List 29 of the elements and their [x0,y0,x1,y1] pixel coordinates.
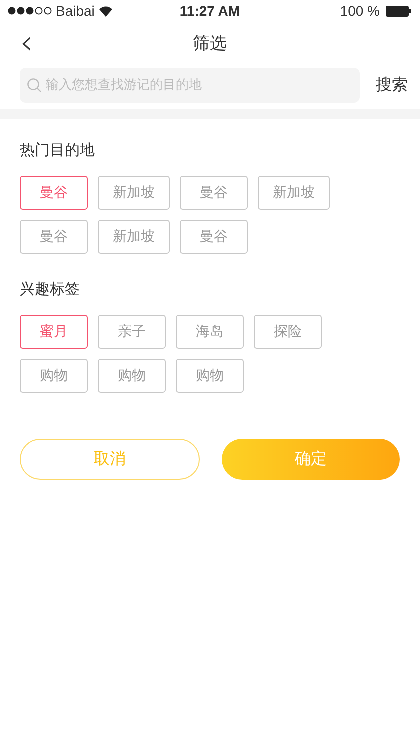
tag-chip[interactable]: 蜜月 [20,315,88,349]
tag-chip[interactable]: 海岛 [176,315,244,349]
tag-chip[interactable]: 探险 [254,315,322,349]
tag-chip[interactable]: 购物 [20,359,88,393]
tag-chip[interactable]: 新加坡 [98,220,170,254]
tag-chip[interactable]: 新加坡 [258,176,330,210]
search-icon [27,78,42,93]
section-title: 热门目的地 [20,141,96,160]
back-button[interactable]: ‹ [16,26,38,60]
battery-icon [386,6,412,16]
tag-chip[interactable]: 购物 [176,359,244,393]
section-title: 兴趣标签 [20,280,81,299]
tag-chip[interactable]: 购物 [98,359,166,393]
search-button[interactable]: 搜索 [376,75,408,96]
search-field[interactable]: 输入您想查找游记的目的地 [20,68,360,103]
signal-icon [8,7,52,15]
battery-percent: 100 % [340,3,380,19]
page-title: 筛选 [193,32,227,54]
tag-chip[interactable]: 曼谷 [20,220,88,254]
wifi-icon [98,6,113,16]
cancel-button[interactable]: 取消 [20,439,200,480]
tag-chip[interactable]: 曼谷 [180,176,248,210]
tag-chip[interactable]: 新加坡 [98,176,170,210]
tag-chip[interactable]: 曼谷 [180,220,248,254]
clock-time: 11:27 AM [180,3,240,19]
confirm-button[interactable]: 确定 [222,439,400,480]
carrier-name: Baibai [56,3,95,19]
tag-chip[interactable]: 曼谷 [20,176,88,210]
tag-chip[interactable]: 亲子 [98,315,166,349]
